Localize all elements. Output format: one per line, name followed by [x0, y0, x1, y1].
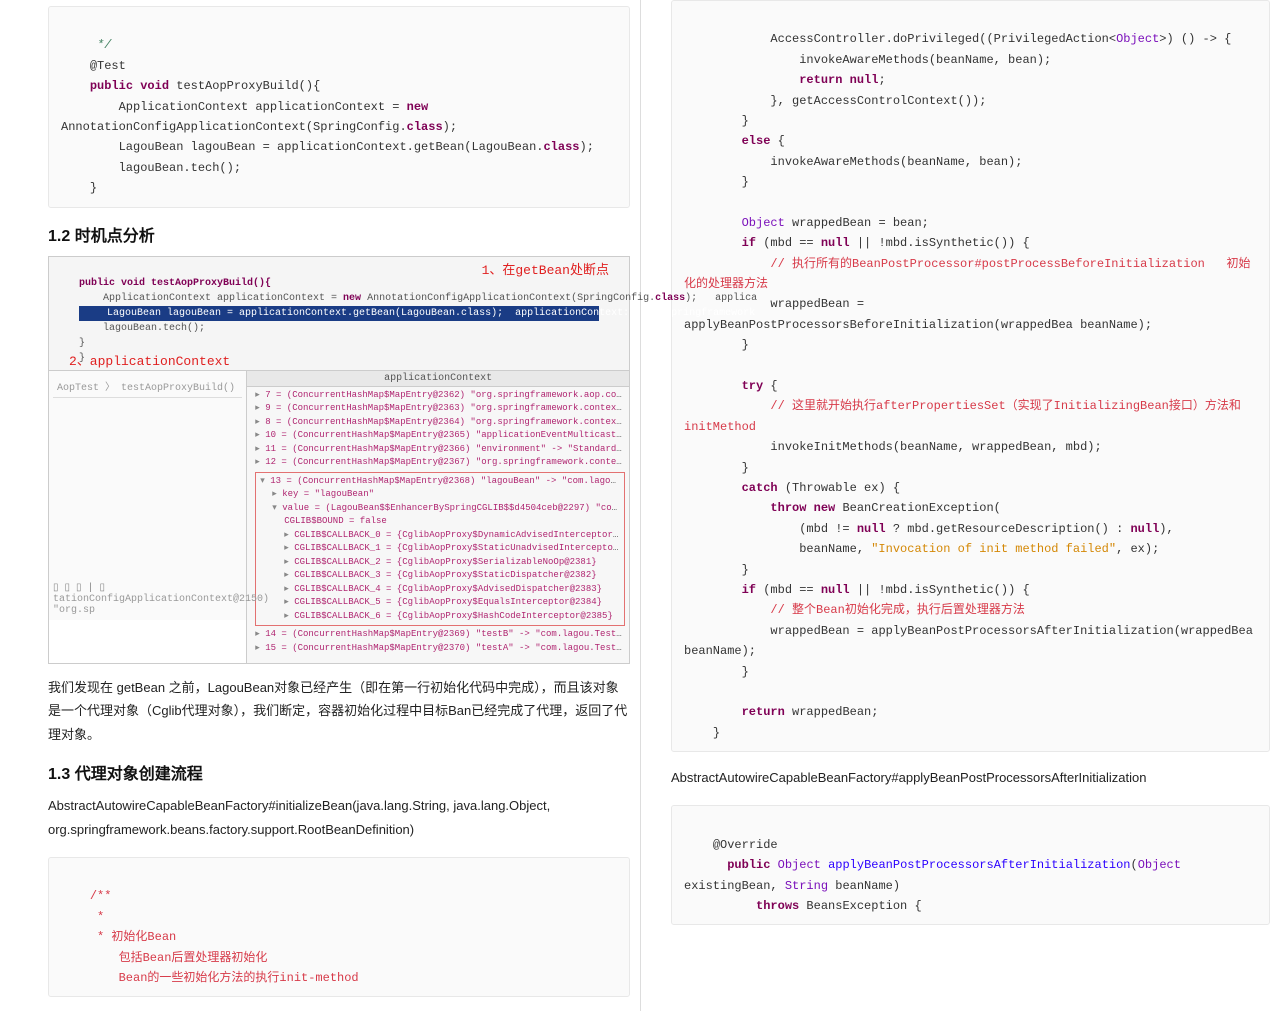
code-line: ApplicationContext applicationContext = … — [61, 100, 457, 134]
dbg-line: lagouBean.tech(); — [79, 323, 205, 334]
code-line: @Override — [684, 838, 778, 852]
paragraph: 我们发现在 getBean 之前，LagouBean对象已经产生（即在第一行初始… — [48, 676, 630, 746]
code-line: return wrappedBean; — [684, 705, 878, 719]
var-row-highlighted: ▾13 = (ConcurrentHashMap$MapEntry@2368) … — [255, 472, 625, 627]
code-line: if (mbd == null || !mbd.isSynthetic()) { — [684, 236, 1030, 250]
var-row: ▸9 = (ConcurrentHashMap$MapEntry@2363) "… — [255, 402, 625, 416]
code-line: invokeInitMethods(beanName, wrappedBean,… — [684, 440, 1102, 454]
dbg-bottom-text: tationConfigApplicationContext@2150) "or… — [53, 594, 269, 616]
code-line: public void testAopProxyBuild(){ — [61, 79, 320, 93]
code-line: AccessController.doPrivileged((Privilege… — [684, 32, 1231, 46]
ann2-l1: 2、applicationContext — [69, 353, 230, 371]
code-line: } — [684, 338, 749, 352]
code-line: @Test — [61, 59, 126, 73]
code-line: * 初始化Bean — [61, 930, 176, 944]
breadcrumb: AopTest 〉 testAopProxyBuild() — [53, 375, 242, 398]
debugger-tab: applicationContext — [247, 371, 629, 387]
code-line: (mbd != null ? mbd.getResourceDescriptio… — [684, 522, 1174, 536]
code-line: invokeAwareMethods(beanName, bean); — [684, 155, 1022, 169]
heading-1-2: 1.2 时机点分析 — [48, 222, 630, 246]
code-line — [684, 196, 691, 210]
var-row: ▸7 = (ConcurrentHashMap$MapEntry@2362) "… — [255, 389, 625, 403]
code-line: // 整个Bean初始化完成，执行后置处理器方法 — [684, 603, 1025, 617]
paragraph-method: AbstractAutowireCapableBeanFactory#initi… — [48, 794, 630, 841]
code-line: } — [684, 461, 749, 475]
code-block-test: */ @Test public void testAopProxyBuild()… — [48, 6, 630, 208]
code-line: try { — [684, 379, 778, 393]
dbg-line-highlight: LagouBean lagouBean = applicationContext… — [79, 306, 599, 321]
dbg-line: ApplicationContext applicationContext = … — [79, 293, 757, 304]
paragraph-method-2: AbstractAutowireCapableBeanFactory#apply… — [671, 766, 1270, 789]
code-line: return null; — [684, 73, 886, 87]
code-line: * — [61, 910, 104, 924]
code-block-apply: @Override public Object applyBeanPostPro… — [671, 805, 1270, 925]
code-block-init: /** * * 初始化Bean 包括Bean后置处理器初始化 Bean的一些初始… — [48, 857, 630, 997]
code-line: } — [684, 726, 720, 740]
code-line — [684, 685, 691, 699]
debugger-frames-pane: AopTest 〉 testAopProxyBuild() ▯ ▯ ▯ | ▯ … — [49, 370, 246, 620]
code-line: if (mbd == null || !mbd.isSynthetic()) { — [684, 583, 1030, 597]
var-row: ▸10 = (ConcurrentHashMap$MapEntry@2365) … — [255, 429, 625, 443]
code-line: Object wrappedBean = bean; — [684, 216, 929, 230]
dbg-line: public void testAopProxyBuild(){ — [79, 278, 271, 289]
debugger-screenshot: 1、在getBean处断点 public void testAopProxyBu… — [48, 256, 630, 665]
code-line: }, getAccessControlContext()); — [684, 94, 986, 108]
code-line: } — [684, 175, 749, 189]
var-row: ▸11 = (ConcurrentHashMap$MapEntry@2366) … — [255, 443, 625, 457]
code-line: // 执行所有的BeanPostProcessor#postProcessBef… — [684, 257, 1251, 291]
code-line: invokeAwareMethods(beanName, bean); — [684, 53, 1051, 67]
code-line: else { — [684, 134, 785, 148]
code-block-initialize-bean: AccessController.doPrivileged((Privilege… — [671, 0, 1270, 752]
code-line: throws BeansException { — [684, 899, 922, 913]
code-line: 包括Bean后置处理器初始化 — [61, 951, 267, 965]
code-line — [684, 359, 691, 373]
code-line: Bean的一些初始化方法的执行init-method — [61, 971, 359, 985]
code-line: beanName, "Invocation of init method fai… — [684, 542, 1159, 556]
code-line: } — [684, 665, 749, 679]
var-row: ▸8 = (ConcurrentHashMap$MapEntry@2364) "… — [255, 416, 625, 430]
code-line: catch (Throwable ex) { — [684, 481, 900, 495]
code-line: } — [684, 114, 749, 128]
code-line: /** — [61, 889, 111, 903]
code-line: */ — [61, 38, 111, 52]
debugger-toolbar-icons: ▯ ▯ ▯ | ▯ — [53, 582, 105, 594]
dbg-line: } — [79, 338, 85, 349]
code-line: public Object applyBeanPostProcessorsAft… — [684, 858, 1188, 892]
code-line: } — [684, 563, 749, 577]
code-line: wrappedBean = applyBeanPostProcessorsAft… — [684, 624, 1260, 658]
code-line: LagouBean lagouBean = applicationContext… — [61, 140, 594, 154]
code-line: lagouBean.tech(); — [61, 161, 241, 175]
var-row: ▸12 = (ConcurrentHashMap$MapEntry@2367) … — [255, 456, 625, 470]
code-line: } — [61, 181, 97, 195]
code-line: throw new BeanCreationException( — [684, 501, 1001, 515]
code-line: // 这里就开始执行afterPropertiesSet（实现了Initiali… — [684, 399, 1241, 433]
var-row: ▸14 = (ConcurrentHashMap$MapEntry@2369) … — [255, 628, 625, 642]
var-row: ▸15 = (ConcurrentHashMap$MapEntry@2370) … — [255, 642, 625, 656]
annotation-1: 1、在getBean处断点 — [482, 259, 609, 278]
heading-1-3: 1.3 代理对象创建流程 — [48, 760, 630, 784]
debugger-vars-pane: applicationContext ▸7 = (ConcurrentHashM… — [246, 370, 629, 664]
